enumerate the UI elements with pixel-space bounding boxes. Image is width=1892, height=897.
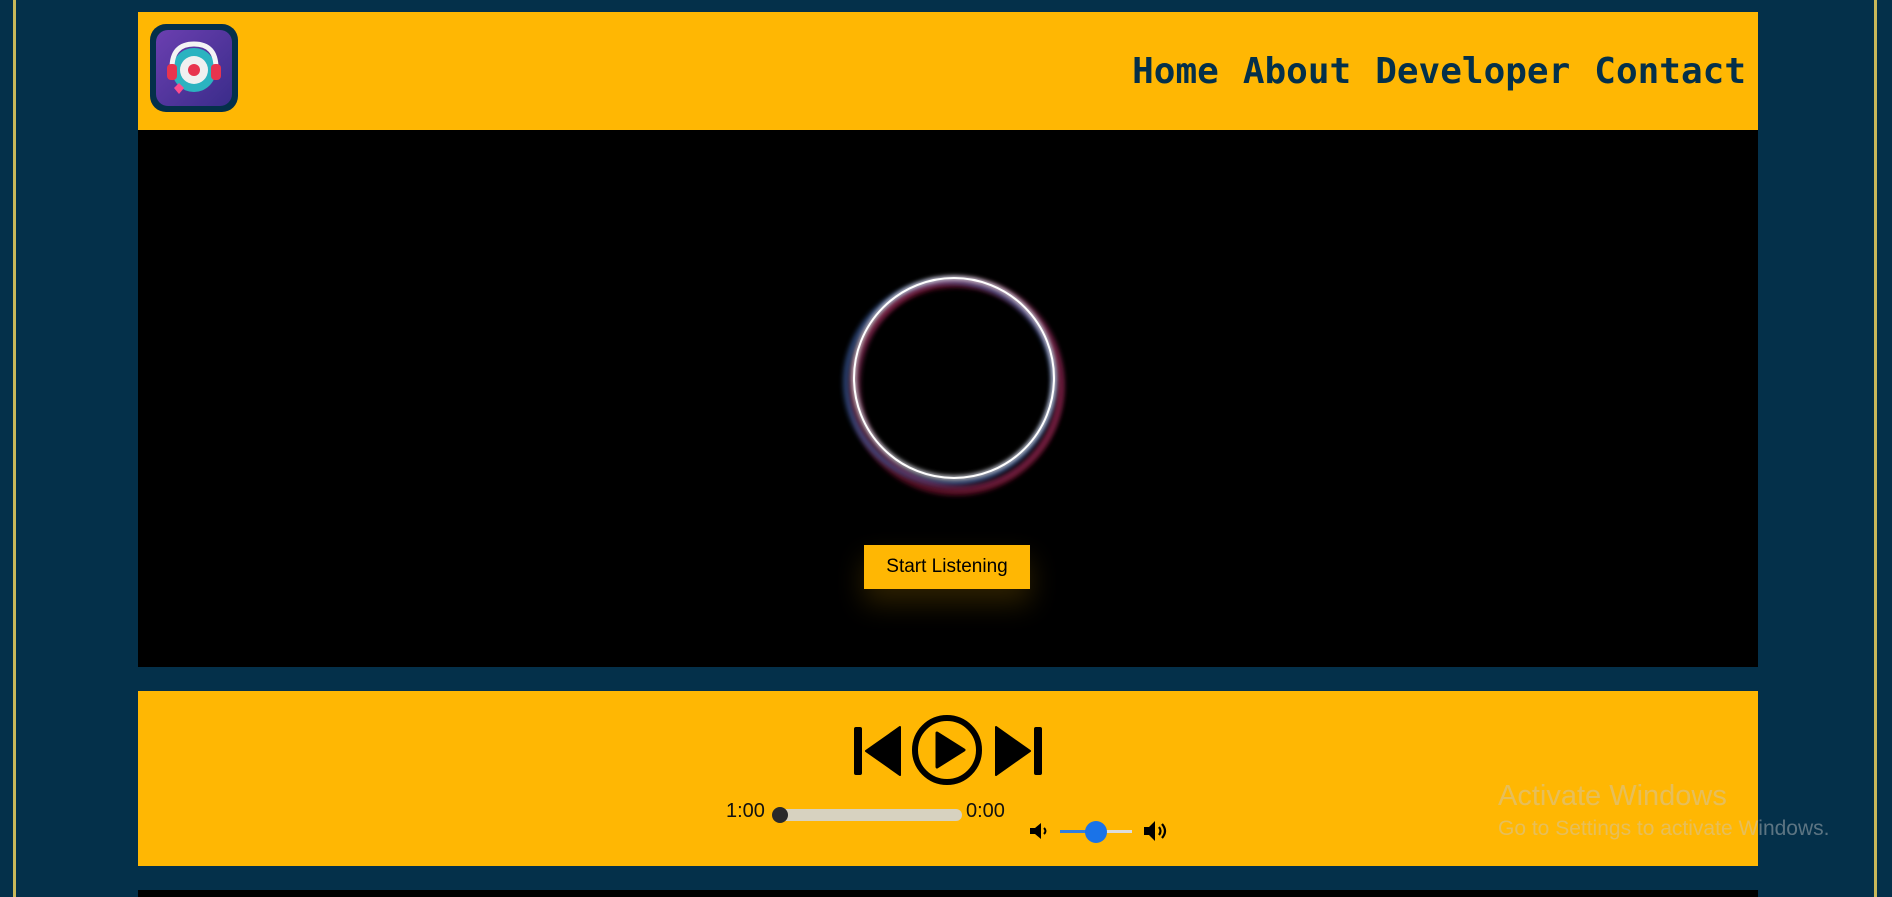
total-time: 0:00 xyxy=(966,800,1005,822)
next-track-button[interactable] xyxy=(994,723,1044,779)
visualizer-stage: Start Listening xyxy=(138,130,1758,667)
prev-icon xyxy=(854,726,901,776)
left-edge-line xyxy=(13,0,16,897)
volume-low-icon[interactable] xyxy=(1028,820,1050,842)
headphones-logo-icon xyxy=(156,30,232,106)
nav-developer-link[interactable]: Developer xyxy=(1375,51,1570,92)
nav-about-link[interactable]: About xyxy=(1243,51,1351,92)
play-button[interactable] xyxy=(910,713,984,787)
start-listening-button[interactable]: Start Listening xyxy=(864,545,1030,589)
play-icon xyxy=(912,715,982,785)
progress-slider[interactable] xyxy=(772,807,962,823)
volume-thumb[interactable] xyxy=(1085,821,1107,843)
nav-contact-link[interactable]: Contact xyxy=(1594,51,1746,92)
volume-slider[interactable] xyxy=(1060,821,1132,843)
main-nav: Home About Developer Contact xyxy=(1132,12,1746,130)
app-logo[interactable] xyxy=(150,24,238,112)
bottom-section-edge xyxy=(138,890,1758,897)
top-bar: Home About Developer Contact xyxy=(138,12,1758,130)
right-edge-line xyxy=(1874,0,1877,897)
nav-home-link[interactable]: Home xyxy=(1132,51,1219,92)
previous-track-button[interactable] xyxy=(852,723,902,779)
progress-thumb[interactable] xyxy=(772,807,788,823)
current-time: 1:00 xyxy=(726,800,765,822)
watermark-title: Activate Windows xyxy=(1498,780,1727,812)
audio-ring-visualizer xyxy=(843,276,1065,496)
next-icon xyxy=(995,726,1042,776)
windows-activation-watermark: Activate Windows Go to Settings to activ… xyxy=(1498,780,1830,841)
watermark-subtitle: Go to Settings to activate Windows. xyxy=(1498,817,1830,840)
volume-high-icon[interactable] xyxy=(1142,818,1170,844)
